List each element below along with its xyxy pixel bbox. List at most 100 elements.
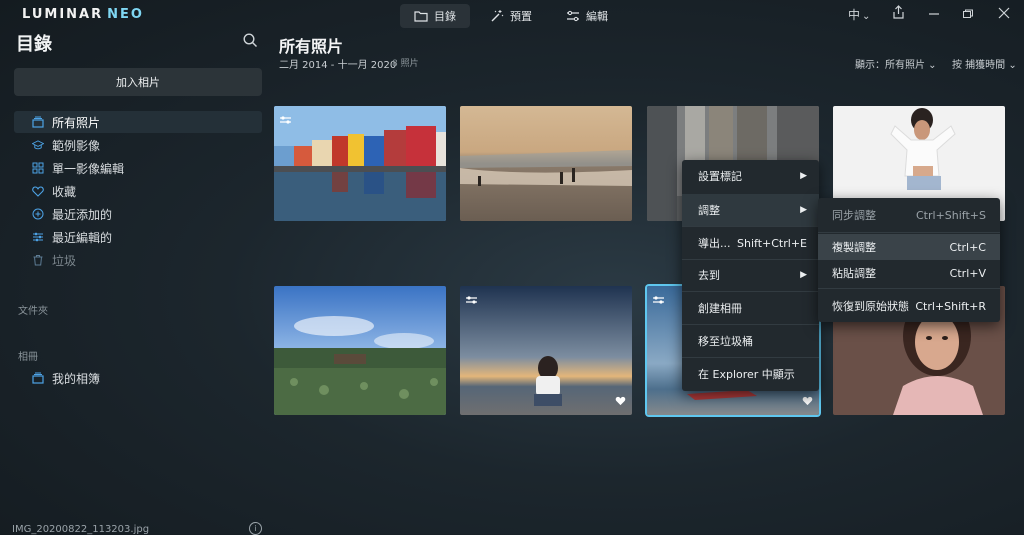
sidebar-item-label: 最近添加的 [52, 207, 113, 222]
menu-item-label: 在 Explorer 中顯示 [698, 368, 795, 381]
selected-filename: IMG_20200822_113203.jpg [12, 524, 150, 535]
photo-thumbnail[interactable] [460, 106, 632, 221]
menu-item-move-to-trash[interactable]: 移至垃圾桶 [682, 325, 819, 357]
context-menu: 設置標記 ▶ 調整 ▶ 導出... Shift+Ctrl+E 去到 ▶ 創建相冊… [682, 160, 819, 391]
menu-item-show-in-explorer[interactable]: 在 Explorer 中顯示 [682, 358, 819, 390]
favorite-heart-icon[interactable] [615, 391, 626, 410]
menu-item-label: 移至垃圾桶 [698, 335, 753, 348]
menu-item-shortcut: Ctrl+V [949, 266, 986, 280]
sidebar-item-trash[interactable]: 垃圾 [14, 249, 262, 271]
minimize-icon[interactable] [928, 8, 940, 22]
page-title: 所有照片 [279, 37, 344, 56]
sidebar-item-label: 範例影像 [52, 138, 101, 153]
sidebar-item-sample-images[interactable]: 範例影像 [14, 134, 262, 156]
submenu-arrow-icon: ▶ [800, 171, 807, 181]
menu-item-shortcut: Ctrl+Shift+S [916, 208, 986, 222]
albums-header: 相冊 [18, 352, 38, 363]
tab-presets[interactable]: 預置 [476, 4, 546, 28]
menu-item-label: 複製調整 [832, 241, 876, 254]
photo-lotus-pond [274, 286, 446, 415]
sidebar-item-my-album[interactable]: 我的相簿 [14, 367, 262, 389]
menu-item-label: 同步調整 [832, 209, 876, 222]
menu-item-label: 設置標記 [698, 170, 742, 183]
menu-item-export[interactable]: 導出... Shift+Ctrl+E [682, 227, 819, 259]
menu-divider [818, 232, 1000, 233]
language-label: 中 [848, 8, 861, 22]
menu-item-copy-adjustments[interactable]: 複製調整 Ctrl+C [818, 234, 1000, 260]
logo-accent-text: NEO [107, 7, 144, 22]
tab-edit-label: 編輯 [586, 10, 608, 23]
magic-wand-icon [491, 10, 504, 22]
menu-item-go-to[interactable]: 去到 ▶ [682, 259, 819, 291]
search-icon[interactable] [243, 33, 258, 52]
menu-item-sync-adjustments[interactable]: 同步調整 Ctrl+Shift+S [818, 202, 1000, 228]
menu-item-label: 調整 [698, 204, 720, 217]
sidebar-item-label: 收藏 [52, 184, 77, 199]
menu-item-label: 恢復到原始狀態 [832, 300, 909, 313]
add-photos-button[interactable]: 加入相片 [14, 68, 262, 96]
logo-main-text: LUMINAR [22, 7, 104, 22]
tab-catalog[interactable]: 目錄 [400, 4, 470, 28]
sidebar-item-favorites[interactable]: 收藏 [14, 180, 262, 202]
sidebar-item-label: 垃圾 [52, 253, 77, 268]
sidebar-item-label: 我的相簿 [52, 371, 101, 386]
menu-item-label: 去到 [698, 269, 720, 282]
close-icon[interactable] [998, 7, 1010, 22]
photo-colorful-houses [274, 106, 446, 221]
menu-item-label: 導出... [698, 237, 731, 250]
share-icon[interactable] [892, 5, 905, 22]
tab-catalog-label: 目錄 [434, 10, 456, 23]
graduation-cap-icon [32, 139, 44, 151]
album-icon [32, 372, 44, 384]
menu-item-set-flag[interactable]: 設置標記 ▶ [682, 160, 819, 192]
date-range: 二月 2014 - 十一月 2020 [279, 60, 397, 71]
sidebar-item-recently-edited[interactable]: 最近編輯的 [14, 226, 262, 248]
edited-badge-icon [652, 290, 665, 309]
heart-icon [32, 185, 44, 197]
photo-beach-sunset [460, 106, 632, 221]
photo-thumbnail[interactable] [274, 286, 446, 415]
tab-presets-label: 預置 [510, 10, 532, 23]
photo-count: 8 照片 [392, 59, 419, 69]
menu-item-shortcut: Ctrl+C [949, 240, 986, 254]
menu-item-shortcut: Shift+Ctrl+E [737, 236, 807, 250]
sort-dropdown[interactable]: 按 捕獲時間 ⌄ [952, 56, 1017, 71]
favorite-heart-icon[interactable] [802, 391, 813, 410]
menu-item-create-album[interactable]: 創建相冊 [682, 292, 819, 324]
sidebar-item-label: 最近編輯的 [52, 230, 113, 245]
sidebar-item-single-image-edit[interactable]: 單一影像編輯 [14, 157, 262, 179]
info-icon[interactable]: i [249, 522, 262, 535]
menu-item-shortcut: Ctrl+Shift+R [915, 299, 986, 313]
menu-item-label: 創建相冊 [698, 302, 742, 315]
photo-girl-by-sea [460, 286, 632, 415]
sliders-icon [567, 10, 579, 22]
menu-item-adjustments[interactable]: 調整 ▶ [682, 194, 819, 226]
photos-stack-icon [32, 116, 44, 128]
menu-item-revert-to-original[interactable]: 恢復到原始狀態 Ctrl+Shift+R [818, 293, 1000, 319]
menu-item-paste-adjustments[interactable]: 粘貼調整 Ctrl+V [818, 260, 1000, 286]
photo-thumbnail[interactable] [274, 106, 446, 221]
sidebar-item-recently-added[interactable]: 最近添加的 [14, 203, 262, 225]
photo-thumbnail[interactable] [460, 286, 632, 415]
sidebar-item-all-photos[interactable]: 所有照片 [14, 111, 262, 133]
edited-badge-icon [279, 110, 292, 129]
submenu-arrow-icon: ▶ [800, 270, 807, 280]
menu-item-label: 粘貼調整 [832, 267, 876, 280]
edited-badge-icon [465, 290, 478, 309]
sidebar-item-label: 單一影像編輯 [52, 161, 125, 176]
chevron-down-icon: ⌄ [862, 11, 871, 22]
plus-circle-icon [32, 208, 44, 220]
app-logo: LUMINAR NEO [22, 7, 144, 22]
sliders-icon [32, 231, 44, 243]
submenu-arrow-icon: ▶ [800, 205, 807, 215]
show-filter-dropdown[interactable]: 顯示：所有照片 ⌄ [855, 56, 937, 71]
folders-header: 文件夾 [18, 306, 48, 317]
sidebar-title: 目錄 [16, 34, 52, 55]
language-switcher[interactable]: 中 ⌄ [848, 6, 870, 23]
menu-divider [818, 288, 1000, 289]
restore-icon[interactable] [962, 8, 974, 22]
tab-edit[interactable]: 編輯 [552, 4, 622, 28]
adjustments-submenu: 同步調整 Ctrl+Shift+S 複製調整 Ctrl+C 粘貼調整 Ctrl+… [818, 198, 1000, 322]
grid-icon [32, 162, 44, 174]
top-navigation: 目錄 預置 編輯 [400, 4, 622, 28]
